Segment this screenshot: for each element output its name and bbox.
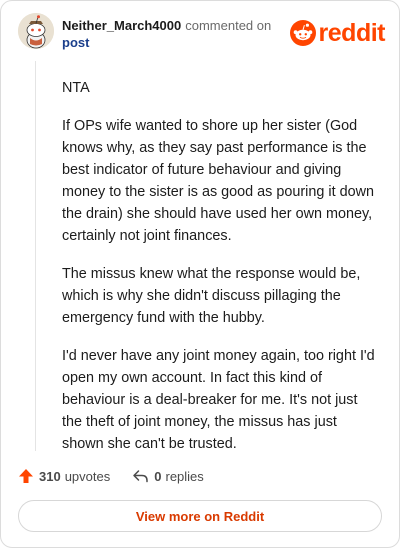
comment-body: NTA If OPs wife wanted to shore up her s…: [62, 77, 380, 471]
reddit-logo[interactable]: reddit: [289, 18, 386, 47]
reply-arrow-icon: [133, 470, 148, 483]
thread-line: [35, 61, 36, 451]
author-username[interactable]: Neither_March4000: [62, 18, 181, 33]
user-avatar[interactable]: [18, 13, 54, 49]
comment-paragraph: The missus knew what the response would …: [62, 266, 361, 326]
commented-on-text: commented on: [185, 18, 272, 33]
snoo-avatar-icon: [18, 13, 54, 49]
upvote-button[interactable]: 310 upvotes: [18, 468, 110, 484]
reply-count: 0: [154, 468, 162, 484]
upvote-arrow-icon: [19, 469, 33, 483]
upvote-count: 310: [39, 468, 61, 484]
reddit-snoo-icon: [289, 20, 316, 46]
post-link[interactable]: post: [62, 35, 89, 50]
comment-paragraph: I'd never have any joint money again, to…: [62, 348, 375, 452]
upvote-label: upvotes: [64, 468, 111, 484]
comment-header: Neither_March4000 commented on post reddi…: [18, 13, 386, 53]
reddit-wordmark: reddit: [318, 18, 386, 47]
comment-actions: 310 upvotes 0 replies: [18, 465, 204, 487]
reply-label: replies: [165, 468, 204, 484]
comment-paragraph: NTA: [62, 80, 90, 96]
reply-button[interactable]: 0 replies: [132, 468, 204, 484]
author-line: Neither_March4000 commented on: [62, 18, 271, 33]
embedded-comment-card: Neither_March4000 commented on post reddi…: [0, 0, 400, 548]
comment-paragraph: If OPs wife wanted to shore up her siste…: [62, 118, 374, 244]
view-more-on-reddit-button[interactable]: View more on Reddit: [18, 500, 382, 532]
